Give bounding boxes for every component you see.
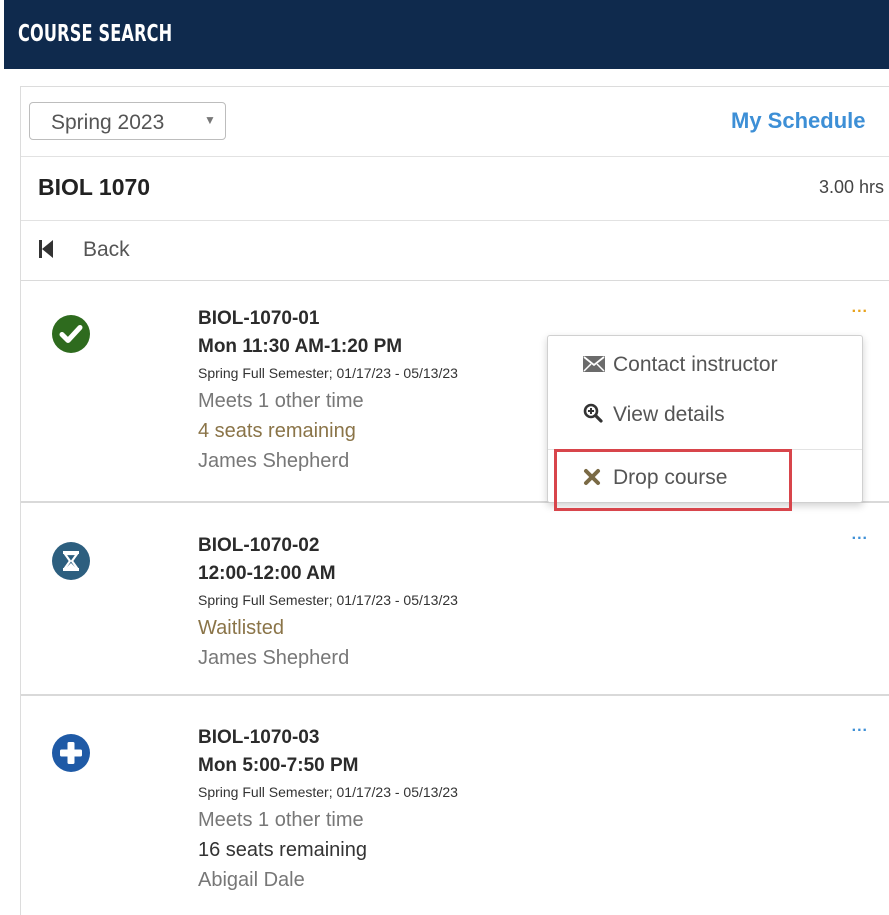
section-meets: Meets 1 other time: [198, 809, 364, 831]
menu-item-view-details[interactable]: View details: [583, 403, 725, 433]
section-term: Spring Full Semester; 01/17/23 - 05/13/2…: [198, 365, 458, 381]
section-id: BIOL-1070-01: [198, 308, 320, 329]
toolbar-row: Spring 2023 ▼ My Schedule: [21, 87, 889, 157]
app-header: COURSE SEARCH: [4, 0, 889, 69]
hourglass-icon: [52, 542, 90, 580]
section-instructor: James Shepherd: [198, 450, 350, 472]
chevron-down-icon: ▼: [204, 113, 216, 127]
back-button[interactable]: Back: [21, 221, 889, 281]
section-term: Spring Full Semester; 01/17/23 - 05/13/2…: [198, 784, 458, 800]
back-icon: [39, 240, 53, 258]
section-row: BIOL-1070-03 Mon 5:00-7:50 PM Spring Ful…: [21, 696, 889, 915]
more-options-button[interactable]: ...: [852, 299, 868, 317]
check-circle-icon: [52, 315, 90, 353]
section-instructor: James Shepherd: [198, 647, 350, 669]
course-hours: 3.00 hrs: [818, 177, 884, 197]
envelope-icon: [583, 353, 613, 377]
course-code: BIOL 1070: [38, 174, 151, 200]
section-waitlist-status: Waitlisted: [198, 617, 284, 639]
section-info: BIOL-1070-01 Mon 11:30 AM-1:20 PM Spring…: [198, 304, 458, 476]
menu-item-label: Contact instructor: [613, 353, 778, 376]
my-schedule-link[interactable]: My Schedule: [731, 108, 865, 134]
menu-item-label: View details: [613, 403, 725, 426]
section-time: 12:00-12:00 AM: [198, 563, 336, 584]
section-id: BIOL-1070-03: [198, 727, 320, 748]
section-time: Mon 11:30 AM-1:20 PM: [198, 336, 403, 357]
menu-item-contact-instructor[interactable]: Contact instructor: [583, 353, 778, 383]
term-select-value: Spring 2023: [51, 111, 165, 134]
highlight-annotation: [554, 449, 792, 511]
term-select[interactable]: Spring 2023 ▼: [29, 102, 226, 140]
back-label: Back: [83, 238, 130, 261]
magnifier-icon: [583, 403, 613, 427]
section-instructor: Abigail Dale: [198, 869, 305, 891]
more-options-button[interactable]: ...: [852, 526, 868, 544]
section-id: BIOL-1070-02: [198, 535, 320, 556]
more-options-button[interactable]: ...: [852, 718, 868, 736]
section-row: BIOL-1070-02 12:00-12:00 AM Spring Full …: [21, 503, 889, 696]
section-seats: 4 seats remaining: [198, 420, 356, 442]
section-seats: 16 seats remaining: [198, 839, 367, 861]
page-title: COURSE SEARCH: [18, 21, 173, 47]
section-info: BIOL-1070-03 Mon 5:00-7:50 PM Spring Ful…: [198, 723, 458, 895]
section-term: Spring Full Semester; 01/17/23 - 05/13/2…: [198, 592, 458, 608]
section-meets: Meets 1 other time: [198, 390, 364, 412]
section-time: Mon 5:00-7:50 PM: [198, 755, 359, 776]
course-header: BIOL 1070 3.00 hrs: [21, 157, 889, 221]
plus-circle-icon: [52, 734, 90, 772]
section-info: BIOL-1070-02 12:00-12:00 AM Spring Full …: [198, 531, 458, 673]
